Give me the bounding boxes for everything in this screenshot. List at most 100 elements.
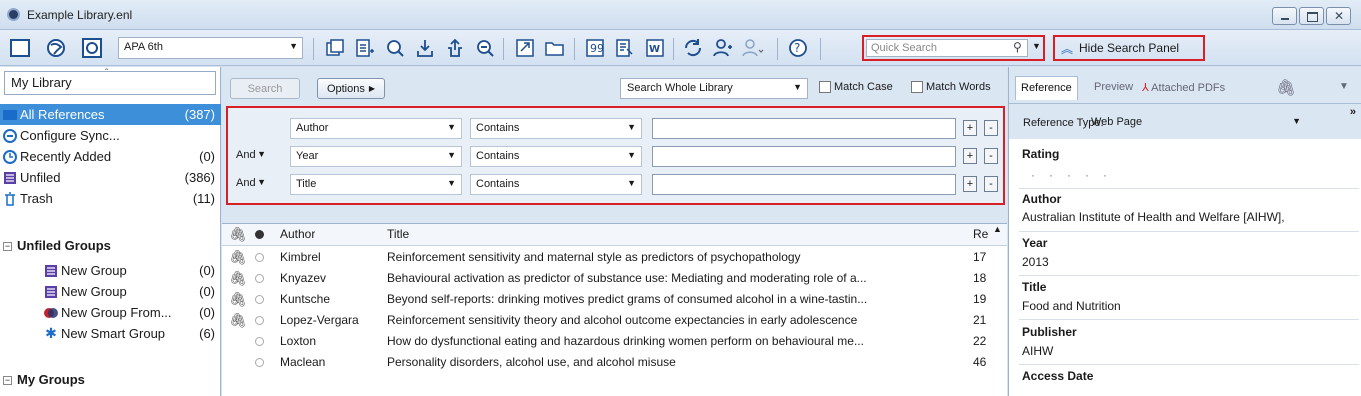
output-style-select[interactable]: APA 6th ▼ <box>118 37 303 59</box>
table-row[interactable]: 🖇 Kuntsche Beyond self-reports: drinking m… <box>222 289 1007 310</box>
rating-star-icon[interactable]: · <box>1067 168 1085 182</box>
table-row[interactable]: Maclean Personality disorders, alcohol us… <box>222 352 1007 373</box>
sidebar-item-new-group[interactable]: New Group (0) <box>0 260 221 281</box>
match-case-checkbox[interactable]: Match Case <box>819 81 893 93</box>
search-field-select[interactable]: Author ▼ <box>290 118 462 139</box>
read-status-icon[interactable] <box>255 337 264 346</box>
add-row-button[interactable]: + <box>963 120 977 136</box>
online-search-mode-icon[interactable] <box>44 36 68 60</box>
search-value-input[interactable] <box>652 118 956 139</box>
expand-double-chevron-icon[interactable]: » <box>1350 106 1356 118</box>
reference-type-select[interactable]: Web Page ▼ <box>1091 116 1301 128</box>
read-status-icon[interactable] <box>255 295 264 304</box>
close-window-button[interactable] <box>1326 7 1351 25</box>
scroll-up-arrow-icon[interactable]: ▲ <box>993 224 1002 234</box>
quick-search-placeholder: Quick Search <box>871 42 938 54</box>
column-header-author[interactable]: Author <box>280 227 315 241</box>
table-row[interactable]: 🖇 Knyazev Behavioural activation as predic… <box>222 268 1007 289</box>
search-field-select[interactable]: Year ▼ <box>290 146 462 167</box>
field-value-year[interactable]: 2013 <box>1022 255 1357 269</box>
tab-reference[interactable]: Reference <box>1015 76 1078 100</box>
search-connector-select[interactable]: And ▼ <box>233 146 267 167</box>
rating-star-icon[interactable]: · <box>1049 168 1067 182</box>
return-to-word-icon[interactable]: W <box>643 36 667 60</box>
minimize-button[interactable] <box>1272 7 1297 25</box>
rating-star-icon[interactable]: · <box>1031 168 1049 182</box>
field-value-author[interactable]: Australian Institute of Health and Welfa… <box>1022 210 1357 224</box>
integrated-library-mode-icon[interactable] <box>80 36 104 60</box>
import-icon[interactable] <box>413 36 437 60</box>
search-icon[interactable]: ⚲ <box>1013 40 1022 54</box>
my-library-header[interactable]: My Library ˆ <box>4 68 216 95</box>
tab-attached-pdfs[interactable]: ⅄ Attached PDFs <box>1137 76 1230 100</box>
chevron-down-icon[interactable]: ▼ <box>1032 41 1041 51</box>
read-status-icon[interactable] <box>255 274 264 283</box>
options-button[interactable]: Options ▶ <box>317 78 385 99</box>
read-status-icon[interactable] <box>255 230 264 239</box>
quick-search-input[interactable]: Quick Search <box>866 39 1028 57</box>
search-operator-select[interactable]: Contains ▼ <box>470 174 642 195</box>
sidebar-item-trash[interactable]: Trash (11) <box>0 188 221 209</box>
paperclip-icon[interactable]: 🖇 <box>229 226 247 243</box>
unfiled-groups-header[interactable]: − Unfiled Groups <box>3 238 111 253</box>
open-shared-library-icon[interactable] <box>741 36 765 60</box>
maximize-button[interactable] <box>1299 7 1324 25</box>
checkbox-box[interactable] <box>911 81 923 93</box>
attach-file-paperclip-icon[interactable]: 🖇 <box>1271 76 1301 100</box>
search-value-input[interactable] <box>652 146 956 167</box>
match-words-checkbox[interactable]: Match Words <box>911 81 991 93</box>
sidebar-item-new-group-from[interactable]: New Group From... (0) <box>0 302 221 323</box>
read-status-icon[interactable] <box>255 316 264 325</box>
sidebar-item-new-group[interactable]: New Group (0) <box>0 281 221 302</box>
read-status-icon[interactable] <box>255 358 264 367</box>
sidebar-item-configure-sync[interactable]: Configure Sync... <box>0 125 221 146</box>
add-row-button[interactable]: + <box>963 176 977 192</box>
sidebar-item-new-smart-group[interactable]: ✱ New Smart Group (6) <box>0 323 221 344</box>
sidebar-item-unfiled[interactable]: Unfiled (386) <box>0 167 221 188</box>
collapse-icon[interactable]: − <box>3 242 12 251</box>
export-icon[interactable] <box>443 36 467 60</box>
rating-stars[interactable]: ····· <box>1031 168 1121 182</box>
my-groups-header[interactable]: − My Groups <box>3 372 85 387</box>
column-header-record[interactable]: Re <box>973 227 988 241</box>
tab-preview[interactable]: Preview <box>1089 76 1138 100</box>
remove-row-button[interactable]: - <box>984 148 998 164</box>
rating-star-icon[interactable]: · <box>1085 168 1103 182</box>
sync-icon[interactable] <box>681 36 705 60</box>
table-row[interactable]: Loxton How do dysfunctional eating and ha… <box>222 331 1007 352</box>
add-row-button[interactable]: + <box>963 148 977 164</box>
table-row[interactable]: 🖇 Kimbrel Reinforcement sensitivity and ma… <box>222 247 1007 268</box>
collapse-icon[interactable]: − <box>3 376 12 385</box>
rating-star-icon[interactable]: · <box>1103 168 1121 182</box>
find-full-text-icon[interactable] <box>383 36 407 60</box>
search-field-select[interactable]: Title ▼ <box>290 174 462 195</box>
open-file-icon[interactable] <box>543 36 567 60</box>
help-icon[interactable]: ? <box>786 36 810 60</box>
read-status-icon[interactable] <box>255 253 264 262</box>
table-row[interactable]: 🖇 Lopez-Vergara Reinforcement sensitivity … <box>222 310 1007 331</box>
remove-row-button[interactable]: - <box>984 120 998 136</box>
search-value-input[interactable] <box>652 174 956 195</box>
panel-menu-icon[interactable]: ▼ <box>1334 76 1354 100</box>
search-operator-select[interactable]: Contains ▼ <box>470 146 642 167</box>
local-library-mode-icon[interactable] <box>8 36 32 60</box>
field-value-title[interactable]: Food and Nutrition <box>1022 299 1357 313</box>
copy-formatted-icon[interactable] <box>323 36 347 60</box>
column-header-title[interactable]: Title <box>387 227 409 241</box>
open-link-icon[interactable] <box>473 36 497 60</box>
field-value-publisher[interactable]: AIHW <box>1022 344 1357 358</box>
sidebar-item-recently-added[interactable]: Recently Added (0) <box>0 146 221 167</box>
search-operator-select[interactable]: Contains ▼ <box>470 118 642 139</box>
new-reference-icon[interactable] <box>353 36 377 60</box>
checkbox-box[interactable] <box>819 81 831 93</box>
search-scope-select[interactable]: Search Whole Library ▼ <box>620 78 808 99</box>
format-bibliography-icon[interactable] <box>613 36 637 60</box>
share-library-icon[interactable] <box>711 36 735 60</box>
hide-search-panel-button[interactable]: ︽ Hide Search Panel <box>1053 35 1205 61</box>
open-url-icon[interactable] <box>513 36 537 60</box>
search-connector-select[interactable]: And ▼ <box>233 174 267 195</box>
remove-row-button[interactable]: - <box>984 176 998 192</box>
search-button[interactable]: Search <box>230 78 300 99</box>
insert-citation-icon[interactable]: 99 <box>583 36 607 60</box>
sidebar-item-all-references[interactable]: All References (387) <box>0 104 221 125</box>
